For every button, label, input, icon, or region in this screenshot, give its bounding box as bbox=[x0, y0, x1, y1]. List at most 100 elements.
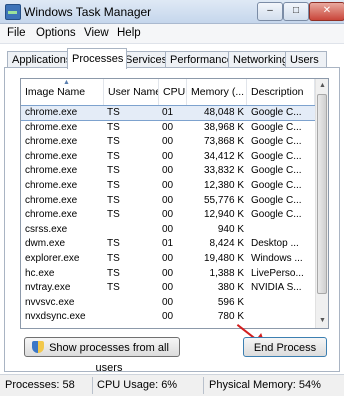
process-row[interactable]: dwm.exe TS 01 8,424 K Desktop ... bbox=[21, 237, 315, 251]
tab-networking[interactable]: Networking bbox=[228, 51, 291, 68]
menu-help[interactable]: Help bbox=[117, 27, 141, 39]
cell-memory: 48,048 K bbox=[203, 107, 244, 118]
cell-cpu: 00 bbox=[162, 267, 174, 279]
cell-user-name bbox=[107, 310, 157, 324]
cell-image-name: dwm.exe bbox=[25, 238, 66, 250]
vertical-scrollbar[interactable]: ▲ ▼ bbox=[315, 79, 328, 328]
cell-user-name: TS bbox=[107, 165, 120, 177]
cell-cpu: 00 bbox=[162, 296, 174, 308]
cell-cpu: 00 bbox=[162, 209, 174, 221]
cell-image-name: chrome.exe bbox=[25, 121, 78, 133]
process-row[interactable]: explorer.exe TS 00 19,480 K Windows ... bbox=[21, 252, 315, 266]
window-title: Windows Task Manager bbox=[24, 5, 152, 19]
tab-strip: Applications Processes Services Performa… bbox=[0, 48, 344, 69]
process-row[interactable]: hc.exe TS 00 1,388 K LivePerso... bbox=[21, 267, 315, 281]
cell-image-name: chrome.exe bbox=[25, 136, 78, 148]
cell-cpu: 00 bbox=[162, 150, 174, 162]
process-row[interactable]: chrome.exe TS 00 12,940 K Google C... bbox=[21, 208, 315, 222]
process-list[interactable]: ▲ Image Name User Name CPU Memory (... D… bbox=[20, 78, 329, 329]
cell-description: LivePerso... bbox=[251, 267, 304, 279]
cell-cpu: 01 bbox=[162, 238, 174, 250]
cell-memory: 38,968 K bbox=[203, 121, 244, 133]
menu-file[interactable]: File bbox=[7, 27, 26, 39]
cell-user-name: TS bbox=[107, 180, 120, 191]
cell-image-name: chrome.exe bbox=[25, 107, 78, 118]
tab-processes[interactable]: Processes bbox=[67, 48, 127, 69]
cell-user-name: TS bbox=[107, 194, 120, 206]
maximize-button[interactable]: □ bbox=[283, 2, 309, 21]
cell-cpu: 00 bbox=[162, 194, 174, 206]
cell-description: Google C... bbox=[251, 107, 302, 118]
cell-description: NVIDIA S... bbox=[251, 282, 302, 294]
cell-description: Google C... bbox=[251, 194, 302, 206]
process-row[interactable]: csrss.exe 00 940 K bbox=[21, 223, 315, 237]
column-header-image-name[interactable]: ▲ Image Name bbox=[21, 79, 104, 105]
cell-memory: 73,868 K bbox=[203, 136, 244, 148]
cell-description: Desktop ... bbox=[251, 238, 299, 250]
menu-options[interactable]: Options bbox=[36, 27, 76, 39]
process-row[interactable]: chrome.exe TS 00 73,868 K Google C... bbox=[21, 135, 315, 149]
cell-description: Google C... bbox=[251, 209, 302, 221]
cell-description: Google C... bbox=[251, 121, 302, 133]
cell-image-name: nvxdsync.exe bbox=[25, 311, 86, 323]
minimize-button[interactable]: – bbox=[257, 2, 283, 21]
column-header-cpu[interactable]: CPU bbox=[159, 79, 187, 105]
status-bar: Processes: 58 CPU Usage: 6% Physical Mem… bbox=[0, 374, 344, 396]
menu-bar: File Options View Help bbox=[0, 24, 344, 44]
column-header-user-name[interactable]: User Name bbox=[104, 79, 159, 105]
cell-description: Google C... bbox=[251, 165, 302, 177]
process-row[interactable]: nvvsvc.exe 00 596 K bbox=[21, 296, 315, 310]
show-all-users-button[interactable]: Show processes from all users bbox=[24, 337, 180, 374]
cell-cpu: 00 bbox=[162, 253, 174, 264]
column-header-description[interactable]: Description bbox=[247, 79, 315, 105]
end-process-button[interactable]: End Process bbox=[243, 337, 327, 357]
column-header-memory[interactable]: Memory (... bbox=[187, 79, 247, 105]
shield-icon bbox=[32, 341, 44, 353]
cell-image-name: nvvsvc.exe bbox=[25, 296, 75, 308]
cell-description: Google C... bbox=[251, 150, 302, 162]
cell-memory: 596 K bbox=[217, 296, 244, 308]
process-row[interactable]: chrome.exe TS 00 55,776 K Google C... bbox=[21, 194, 315, 208]
cell-memory: 1,388 K bbox=[209, 267, 244, 279]
tab-services[interactable]: Services bbox=[120, 51, 171, 68]
cell-memory: 940 K bbox=[217, 223, 244, 235]
cell-cpu: 01 bbox=[162, 107, 174, 118]
process-row[interactable]: nvtray.exe TS 00 380 K NVIDIA S... bbox=[21, 281, 315, 295]
tab-users[interactable]: Users bbox=[285, 51, 327, 68]
cell-user-name bbox=[107, 296, 157, 310]
tab-applications[interactable]: Applications bbox=[7, 51, 73, 68]
process-row[interactable]: chrome.exe TS 00 34,412 K Google C... bbox=[21, 150, 315, 164]
scrollbar-thumb[interactable] bbox=[317, 94, 327, 294]
process-row[interactable]: chrome.exe TS 01 48,048 K Google C... bbox=[21, 105, 316, 121]
cell-memory: 34,412 K bbox=[203, 150, 244, 162]
cell-memory: 12,380 K bbox=[203, 180, 244, 191]
cell-image-name: chrome.exe bbox=[25, 150, 78, 162]
process-row[interactable]: chrome.exe TS 00 38,968 K Google C... bbox=[21, 121, 315, 135]
cell-user-name: TS bbox=[107, 209, 120, 221]
cell-image-name: explorer.exe bbox=[25, 253, 80, 264]
task-manager-icon bbox=[5, 4, 21, 20]
cell-user-name: TS bbox=[107, 267, 120, 279]
cell-user-name: TS bbox=[107, 253, 120, 264]
cell-memory: 33,832 K bbox=[203, 165, 244, 177]
status-processes: Processes: 58 bbox=[5, 379, 75, 391]
scroll-down-icon[interactable]: ▼ bbox=[316, 314, 328, 328]
process-row[interactable]: chrome.exe TS 00 33,832 K Google C... bbox=[21, 164, 315, 178]
cell-image-name: chrome.exe bbox=[25, 209, 78, 221]
cell-cpu: 00 bbox=[162, 223, 174, 235]
cell-image-name: chrome.exe bbox=[25, 194, 78, 206]
process-row[interactable]: chrome.exe TS 00 12,380 K Google C... bbox=[21, 179, 315, 193]
cell-user-name bbox=[107, 223, 157, 237]
scroll-up-icon[interactable]: ▲ bbox=[316, 79, 328, 93]
cell-memory: 380 K bbox=[217, 282, 244, 294]
title-bar: Windows Task Manager – □ ✕ bbox=[0, 0, 344, 24]
cell-image-name: nvtray.exe bbox=[25, 282, 71, 294]
menu-view[interactable]: View bbox=[84, 27, 109, 39]
cell-image-name: csrss.exe bbox=[25, 223, 68, 235]
cell-description bbox=[251, 223, 313, 237]
status-cpu-usage: CPU Usage: 6% bbox=[97, 379, 178, 391]
process-row[interactable]: nvxdsync.exe 00 780 K bbox=[21, 310, 315, 324]
column-header-label: Image Name bbox=[25, 86, 86, 98]
tab-performance[interactable]: Performance bbox=[165, 51, 234, 68]
close-button[interactable]: ✕ bbox=[309, 2, 344, 21]
